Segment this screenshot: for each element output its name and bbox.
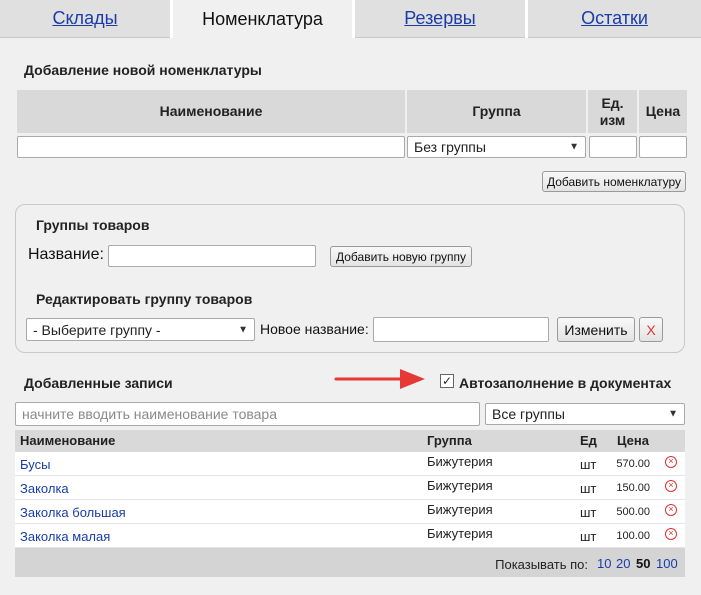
header-price: Цена bbox=[617, 433, 649, 448]
add-nomenclature-button[interactable]: Добавить номенклатуру bbox=[542, 171, 686, 192]
records-title: Добавленные записи bbox=[24, 375, 173, 391]
records-table-header: Наименование Группа Ед Цена bbox=[15, 430, 685, 452]
tab-bar: Склады Номенклатура Резервы Остатки bbox=[0, 0, 701, 38]
page-size-20[interactable]: 20 bbox=[616, 556, 630, 571]
column-header-price: Цена bbox=[639, 90, 687, 133]
pagination-footer: Показывать по: 10 20 50 100 bbox=[15, 548, 685, 577]
table-row: Бусы Бижутерия шт 570.00 × bbox=[15, 452, 685, 476]
product-groups-title: Группы товаров bbox=[36, 217, 150, 233]
page-size-10[interactable]: 10 bbox=[597, 556, 611, 571]
group-name-input[interactable] bbox=[108, 245, 316, 267]
row-group: Бижутерия bbox=[427, 526, 493, 541]
row-price: 500.00 bbox=[616, 506, 650, 518]
delete-group-button[interactable]: X bbox=[639, 317, 663, 342]
row-name-link[interactable]: Заколка большая bbox=[20, 505, 126, 520]
row-name-link[interactable]: Заколка bbox=[20, 481, 69, 496]
column-header-group: Группа bbox=[407, 90, 586, 133]
page-size-50[interactable]: 50 bbox=[636, 556, 650, 571]
nomenclature-name-input[interactable] bbox=[17, 136, 405, 158]
row-unit: шт bbox=[580, 481, 597, 496]
edit-group-title: Редактировать группу товаров bbox=[36, 291, 253, 307]
show-per-page-label: Показывать по: bbox=[495, 557, 588, 572]
autofill-label: Автозаполнение в документах bbox=[459, 375, 672, 391]
row-price: 100.00 bbox=[616, 530, 650, 542]
header-name: Наименование bbox=[20, 433, 116, 448]
row-group: Бижутерия bbox=[427, 478, 493, 493]
header-unit: Ед bbox=[580, 433, 597, 448]
row-price: 150.00 bbox=[616, 482, 650, 494]
chevron-down-icon: ▼ bbox=[238, 324, 248, 335]
row-price: 570.00 bbox=[616, 458, 650, 470]
row-group: Бижутерия bbox=[427, 454, 493, 469]
unit-input[interactable] bbox=[589, 136, 637, 158]
chevron-down-icon: ▼ bbox=[569, 141, 579, 153]
header-group: Группа bbox=[427, 433, 472, 448]
group-filter-value: Все группы bbox=[492, 406, 565, 422]
table-row: Заколка Бижутерия шт 150.00 × bbox=[15, 476, 685, 500]
row-group: Бижутерия bbox=[427, 502, 493, 517]
new-name-label: Новое название: bbox=[260, 321, 369, 337]
price-input[interactable] bbox=[639, 136, 687, 158]
page-size-100[interactable]: 100 bbox=[656, 556, 678, 571]
group-choose-select[interactable]: - Выберите группу - ▼ bbox=[26, 318, 255, 341]
rename-group-button[interactable]: Изменить bbox=[557, 317, 635, 342]
group-name-label: Название: bbox=[28, 246, 104, 263]
row-name-link[interactable]: Заколка малая bbox=[20, 529, 110, 544]
row-unit: шт bbox=[580, 505, 597, 520]
tab-nomenclature[interactable]: Номенклатура bbox=[173, 0, 352, 38]
row-unit: шт bbox=[580, 457, 597, 472]
chevron-down-icon: ▼ bbox=[668, 408, 678, 420]
column-header-name: Наименование bbox=[17, 90, 405, 133]
row-name-link[interactable]: Бусы bbox=[20, 457, 50, 472]
column-header-unit: Ед. изм bbox=[588, 90, 637, 133]
delete-row-icon[interactable]: × bbox=[665, 504, 677, 516]
delete-row-icon[interactable]: × bbox=[665, 480, 677, 492]
table-row: Заколка большая Бижутерия шт 500.00 × bbox=[15, 500, 685, 524]
row-unit: шт bbox=[580, 529, 597, 544]
new-group-name-input[interactable] bbox=[373, 317, 549, 342]
annotation-arrow-icon bbox=[334, 369, 425, 389]
group-choose-value: - Выберите группу - bbox=[33, 321, 161, 338]
delete-row-icon[interactable]: × bbox=[665, 528, 677, 540]
tab-reserves[interactable]: Резервы bbox=[355, 0, 525, 38]
delete-row-icon[interactable]: × bbox=[665, 456, 677, 468]
group-filter-select[interactable]: Все группы ▼ bbox=[485, 403, 685, 425]
group-select-value: Без группы bbox=[414, 139, 486, 155]
autofill-checkbox[interactable]: ✓ bbox=[440, 374, 454, 388]
product-search-input[interactable] bbox=[15, 402, 480, 426]
tab-warehouses[interactable]: Склады bbox=[0, 0, 170, 38]
add-group-button[interactable]: Добавить новую группу bbox=[330, 246, 472, 267]
tab-stock[interactable]: Остатки bbox=[528, 0, 701, 38]
add-nomenclature-title: Добавление новой номенклатуры bbox=[24, 62, 262, 78]
group-select[interactable]: Без группы ▼ bbox=[407, 136, 586, 158]
table-row: Заколка малая Бижутерия шт 100.00 × bbox=[15, 524, 685, 548]
